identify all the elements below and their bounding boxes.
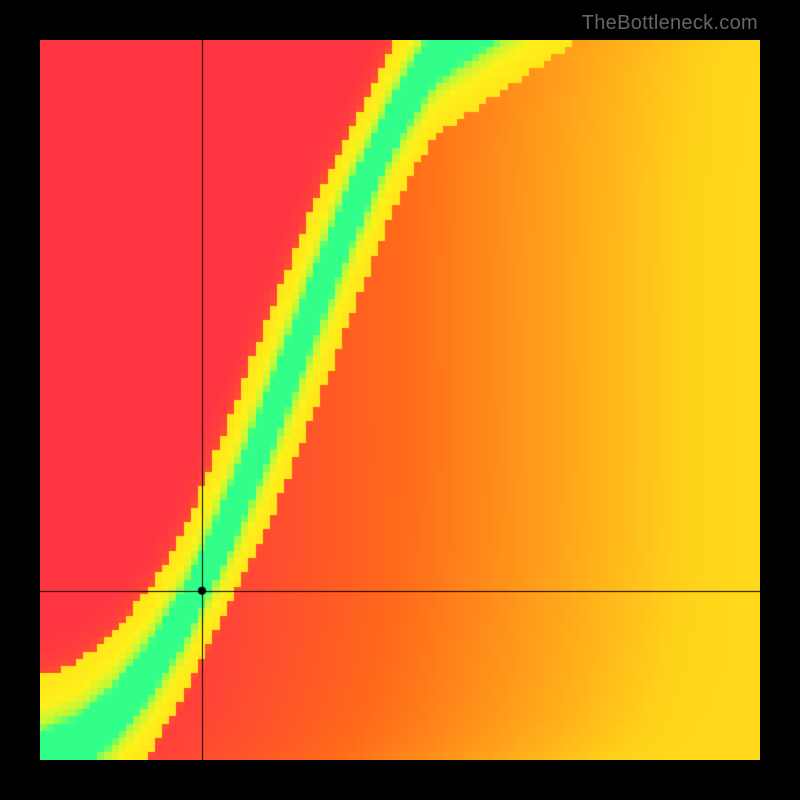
bottleneck-heatmap (40, 40, 760, 760)
chart-frame: TheBottleneck.com (0, 0, 800, 800)
watermark-text: TheBottleneck.com (582, 12, 758, 35)
